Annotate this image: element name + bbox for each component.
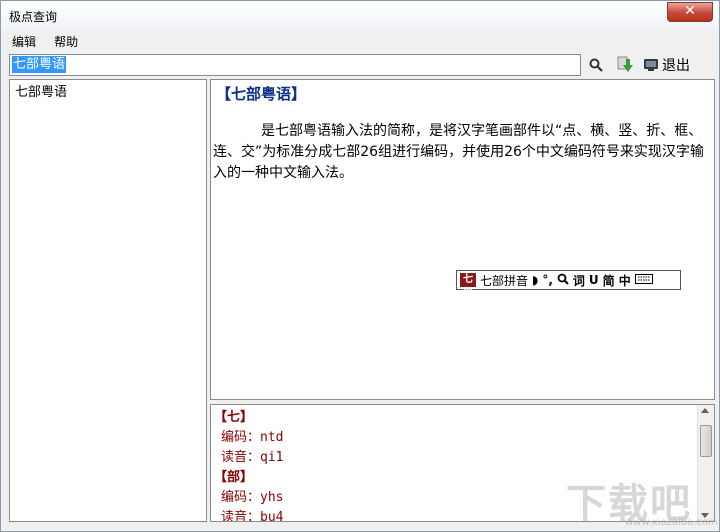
menu-edit[interactable]: 编辑 (5, 31, 43, 52)
close-button[interactable]: ✕ (667, 2, 713, 22)
exit-label: 退出 (662, 58, 690, 74)
watermark-url: www.xiazaiba.com (625, 517, 718, 528)
moon-icon[interactable]: ◗ (532, 273, 538, 287)
word-button[interactable]: 词 (573, 272, 585, 289)
code-line: 编码：ntd (221, 430, 284, 445)
u-mode-button[interactable]: U (589, 273, 599, 287)
list-item[interactable]: 七部粤语 (15, 81, 67, 100)
search-input[interactable]: 七部粤语 (9, 54, 581, 76)
detail-description: 是七部粤语输入法的简称，是将汉字笔画部件以“点、横、竖、折、框、连、交”为标准分… (213, 123, 704, 181)
vertical-scrollbar[interactable] (697, 405, 714, 521)
ime-toolbar[interactable]: 七部 七部拼音 ◗ °, 词 U 简 中 (456, 270, 681, 299)
results-list[interactable]: 七部粤语 (9, 79, 207, 522)
exit-button[interactable]: 退出 (643, 55, 690, 75)
ime-name[interactable]: 七部拼音 (480, 272, 528, 289)
detail-heading: 【七部粤语】 (216, 85, 307, 103)
search-input-value: 七部粤语 (12, 56, 67, 73)
keyboard-icon[interactable] (634, 273, 653, 287)
download-button[interactable] (617, 55, 637, 75)
chinese-mode-button[interactable]: 中 (619, 272, 631, 289)
menu-help[interactable]: 帮助 (47, 31, 85, 52)
scroll-up-arrow-icon[interactable] (701, 408, 709, 413)
code-line: 编码：yhs (221, 490, 284, 505)
exit-monitor-icon (644, 59, 658, 71)
detail-pane: 【七部粤语】 是七部粤语输入法的简称，是将汉字笔画部件以“点、横、竖、折、框、连… (210, 79, 715, 400)
ime-logo: 七部 (460, 273, 476, 299)
pinyin-line: 读音：qi1 (221, 450, 284, 465)
search-button[interactable] (589, 55, 609, 75)
window-title: 极点查询 (9, 10, 58, 24)
search-icon[interactable] (557, 273, 569, 288)
simplified-button[interactable]: 简 (603, 272, 615, 289)
char-heading: 【部】 (214, 470, 254, 485)
search-icon (589, 58, 603, 72)
scroll-thumb[interactable] (700, 425, 712, 457)
char-heading: 【七】 (214, 410, 254, 425)
title-bar: 极点查询 ✕ (1, 1, 719, 29)
close-icon: ✕ (684, 3, 696, 19)
toolbar: 七部粤语 退出 (9, 53, 715, 77)
punctuation-icon[interactable]: °, (542, 273, 553, 287)
download-arrow-icon (617, 56, 633, 72)
menu-bar: 编辑 帮助 (5, 31, 717, 51)
pinyin-line: 读音：bu4 (221, 510, 284, 522)
main-window: 极点查询 ✕ 编辑 帮助 七部粤语 退出 七部粤语 【七部粤语】 是七部粤语输入… (0, 0, 720, 532)
code-list: 【七】 编码：ntd 读音：qi1 【部】 编码：yhs 读音：bu4 (214, 408, 284, 522)
